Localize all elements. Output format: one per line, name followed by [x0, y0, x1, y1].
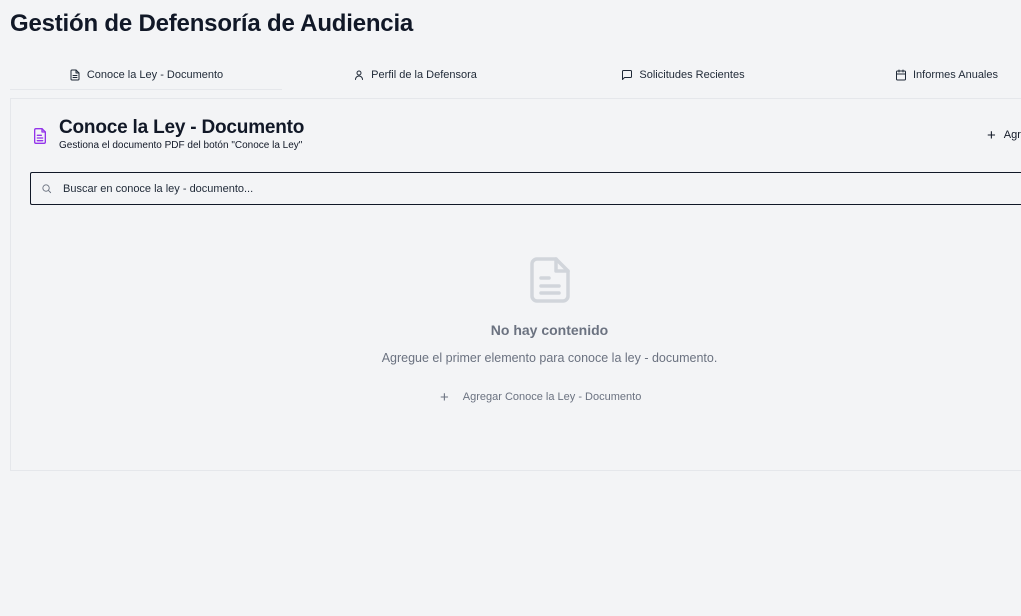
- tab-label: Solicitudes Recientes: [639, 69, 745, 81]
- search-icon: [42, 184, 52, 194]
- search-input[interactable]: [63, 182, 963, 195]
- tab-label: Conoce la Ley - Documento: [86, 68, 224, 81]
- message-icon: [622, 70, 633, 80]
- search-box: [30, 172, 1021, 205]
- calendar-icon: [896, 69, 906, 81]
- add-item-button[interactable]: + Agregar: [987, 127, 1021, 143]
- plus-icon: +: [440, 388, 449, 406]
- tab-conoce-la-ley[interactable]: Conoce la Ley - Documento: [10, 60, 282, 90]
- user-icon: [355, 70, 364, 80]
- tab-label: Perfil de la Defensora: [371, 69, 477, 81]
- tab-informes-anuales[interactable]: Informes Anuales: [818, 60, 1021, 90]
- page-title: Gestión de Defensoría de Audiencia: [10, 10, 414, 37]
- empty-state-description: Agregue el primer elemento para conoce l…: [381, 351, 718, 365]
- document-icon: [530, 257, 570, 303]
- panel-title: Conoce la Ley - Documento: [59, 117, 305, 138]
- tab-solicitudes-recientes[interactable]: Solicitudes Recientes: [548, 60, 818, 90]
- plus-icon: +: [987, 127, 996, 143]
- tab-bar: Conoce la Ley - Documento Perfil de la D…: [10, 60, 1021, 90]
- document-icon: [34, 127, 46, 144]
- add-item-label: Agregar: [1003, 129, 1021, 141]
- panel-subtitle: Gestiona el documento PDF del botón "Con…: [59, 140, 303, 151]
- empty-state-title: No hay contenido: [490, 322, 609, 338]
- empty-state-add-label: Agregar Conoce la Ley - Documento: [462, 391, 642, 403]
- tab-label: Informes Anuales: [913, 69, 998, 81]
- document-icon: [70, 69, 80, 80]
- tab-perfil-defensora[interactable]: Perfil de la Defensora: [282, 60, 548, 90]
- empty-state-add-button[interactable]: + Agregar Conoce la Ley - Documento: [440, 389, 641, 405]
- content-panel: Conoce la Ley - Documento Gestiona el do…: [10, 98, 1021, 471]
